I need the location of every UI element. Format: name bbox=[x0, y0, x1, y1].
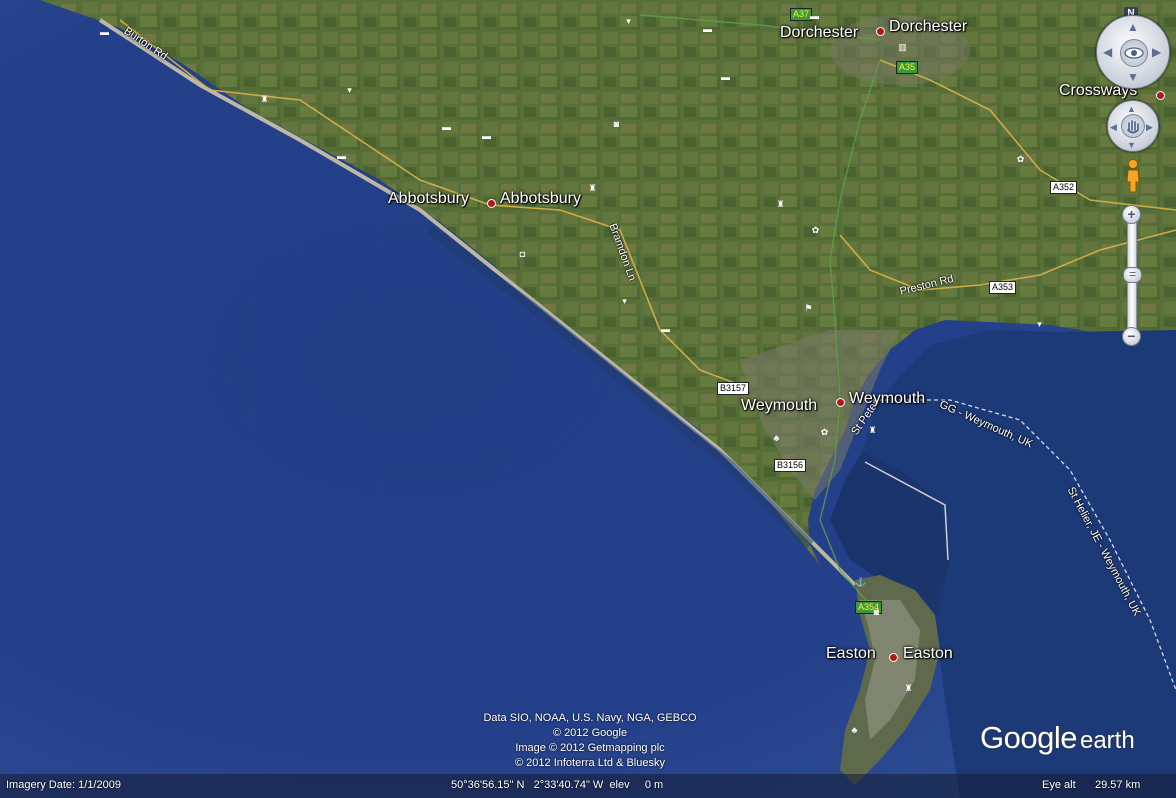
castle-icon[interactable]: ♜ bbox=[868, 426, 877, 435]
tree-icon[interactable]: ♣ bbox=[772, 434, 781, 443]
place-label-easton-west[interactable]: Easton bbox=[826, 645, 876, 663]
place-label-abbotsbury-east[interactable]: Abbotsbury bbox=[500, 190, 581, 208]
look-up-arrow[interactable]: ▲ bbox=[1127, 21, 1139, 33]
road-shield-a37: A37 bbox=[790, 8, 813, 21]
place-label-easton-east[interactable]: Easton bbox=[903, 645, 953, 663]
golf-icon[interactable]: ⚑ bbox=[804, 304, 813, 313]
google-earth-logo: Google earth bbox=[980, 720, 1135, 756]
palette-icon[interactable]: ✿ bbox=[820, 428, 829, 437]
road-shield-b3157: B3157 bbox=[717, 382, 750, 395]
attribution-line: © 2012 Google bbox=[552, 727, 628, 739]
place-label-dorchester-east[interactable]: Dorchester bbox=[889, 18, 967, 36]
imagery-date: Imagery Date: 1/1/2009 bbox=[6, 779, 121, 791]
logo-earth: earth bbox=[1079, 727, 1135, 754]
road-shield-b3156: B3156 bbox=[774, 459, 807, 472]
pegman-icon[interactable] bbox=[1124, 158, 1142, 194]
castle-icon[interactable]: ♜ bbox=[776, 200, 785, 209]
camera-icon[interactable]: ◙ bbox=[872, 608, 881, 617]
anchor-icon[interactable]: ⚓ bbox=[855, 578, 866, 587]
satellite-map[interactable] bbox=[0, 0, 1176, 798]
castle-icon[interactable]: ♜ bbox=[260, 95, 269, 104]
palette-icon[interactable]: ✿ bbox=[1016, 155, 1025, 164]
bed-icon[interactable]: ▬ bbox=[100, 28, 109, 37]
tree-icon[interactable]: ♣ bbox=[850, 726, 859, 735]
look-left-arrow[interactable]: ◀ bbox=[1103, 46, 1112, 58]
place-marker-crossways[interactable] bbox=[1156, 91, 1165, 100]
place-marker-easton[interactable] bbox=[889, 653, 898, 662]
bed-icon[interactable]: ▬ bbox=[337, 152, 346, 161]
zoom-out-button[interactable]: − bbox=[1122, 327, 1141, 346]
place-label-abbotsbury-west[interactable]: Abbotsbury bbox=[388, 190, 469, 208]
road-shield-a352: A352 bbox=[1050, 181, 1078, 194]
place-marker-weymouth[interactable] bbox=[836, 398, 845, 407]
eye-alt-value: 29.57 km bbox=[1095, 779, 1141, 791]
zoom-slider-thumb[interactable]: = bbox=[1123, 267, 1142, 283]
camera-icon[interactable]: ◙ bbox=[612, 120, 621, 129]
look-control[interactable]: ▲ ▼ ◀ ▶ bbox=[1096, 15, 1170, 89]
place-marker-dorchester[interactable] bbox=[876, 27, 885, 36]
bag-icon[interactable]: ◘ bbox=[518, 250, 527, 259]
place-label-weymouth-east[interactable]: Weymouth bbox=[849, 390, 925, 408]
move-right-arrow[interactable]: ▶ bbox=[1146, 121, 1153, 133]
cocktail-icon[interactable]: ▾ bbox=[1035, 320, 1044, 329]
eye-alt-label: Eye alt bbox=[1042, 779, 1076, 791]
eye-icon bbox=[1124, 47, 1144, 59]
logo-google: Google bbox=[980, 720, 1077, 755]
place-marker-abbotsbury[interactable] bbox=[487, 199, 496, 208]
palette-icon[interactable]: ✿ bbox=[811, 226, 820, 235]
move-control[interactable]: ▲ ▼ ◀ ▶ bbox=[1107, 100, 1159, 152]
bed-icon[interactable]: ▬ bbox=[721, 73, 730, 82]
road-shield-a353: A353 bbox=[989, 281, 1017, 294]
attribution-line: Data SIO, NOAA, U.S. Navy, NGA, GEBCO bbox=[483, 712, 697, 724]
place-label-weymouth-west[interactable]: Weymouth bbox=[741, 397, 817, 415]
hand-icon bbox=[1127, 120, 1139, 134]
bed-icon[interactable]: ▬ bbox=[810, 12, 819, 21]
museum-icon[interactable]: ▥ bbox=[898, 43, 907, 52]
move-down-arrow[interactable]: ▼ bbox=[1127, 139, 1136, 151]
move-up-arrow[interactable]: ▲ bbox=[1127, 103, 1136, 115]
bed-icon[interactable]: ▬ bbox=[482, 132, 491, 141]
move-left-arrow[interactable]: ◀ bbox=[1110, 121, 1117, 133]
road-shield-a35: A35 bbox=[896, 61, 919, 74]
bed-icon[interactable]: ▬ bbox=[661, 325, 670, 334]
attribution: Data SIO, NOAA, U.S. Navy, NGA, GEBCO © … bbox=[440, 711, 740, 771]
place-label-dorchester-west[interactable]: Dorchester bbox=[780, 24, 858, 42]
bed-icon[interactable]: ▬ bbox=[703, 25, 712, 34]
bed-icon[interactable]: ▬ bbox=[442, 123, 451, 132]
attribution-line: Image © 2012 Getmapping plc bbox=[515, 742, 665, 754]
cursor-coordinates: 50°36'56.15" N 2°33'40.74" W elev 0 m bbox=[451, 779, 664, 791]
look-right-arrow[interactable]: ▶ bbox=[1152, 46, 1161, 58]
castle-icon[interactable]: ♜ bbox=[588, 184, 597, 193]
zoom-in-button[interactable]: + bbox=[1122, 205, 1141, 224]
cocktail-icon[interactable]: ▾ bbox=[624, 17, 633, 26]
move-joystick[interactable] bbox=[1121, 114, 1145, 138]
castle-icon[interactable]: ♜ bbox=[904, 684, 913, 693]
look-down-arrow[interactable]: ▼ bbox=[1127, 71, 1139, 83]
look-joystick[interactable] bbox=[1120, 39, 1148, 67]
cocktail-icon[interactable]: ▾ bbox=[345, 86, 354, 95]
cocktail-icon[interactable]: ▾ bbox=[620, 297, 629, 306]
attribution-line: © 2012 Infoterra Ltd & Bluesky bbox=[515, 757, 665, 769]
